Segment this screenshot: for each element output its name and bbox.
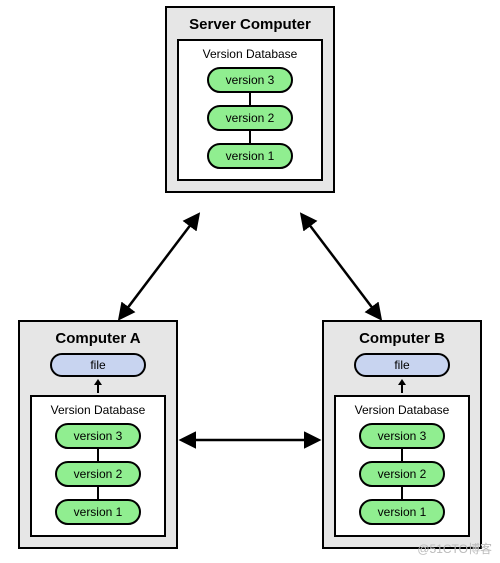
arrow-server-b xyxy=(302,215,380,318)
version-pill: version 1 xyxy=(55,499,141,525)
version-link xyxy=(401,487,403,499)
watermark: @51CTO博客 xyxy=(417,540,492,557)
server-node: Server Computer Version Database version… xyxy=(165,6,335,193)
computer-b-db: Version Database version 3 version 2 ver… xyxy=(334,395,470,537)
computer-a-title: Computer A xyxy=(30,330,166,347)
computer-a-db-label: Version Database xyxy=(51,403,146,417)
computer-a-db: Version Database version 3 version 2 ver… xyxy=(30,395,166,537)
server-db: Version Database version 3 version 2 ver… xyxy=(177,39,323,181)
server-db-label: Version Database xyxy=(203,47,298,61)
file-pill: file xyxy=(50,353,146,377)
version-pill: version 2 xyxy=(359,461,445,487)
version-link xyxy=(401,449,403,461)
arrow-up-icon xyxy=(397,379,407,393)
version-link xyxy=(249,93,251,105)
version-link xyxy=(97,449,99,461)
server-title: Server Computer xyxy=(177,16,323,33)
arrow-server-a xyxy=(120,215,198,318)
computer-b-db-label: Version Database xyxy=(355,403,450,417)
version-pill: version 1 xyxy=(207,143,293,169)
version-link xyxy=(249,131,251,143)
arrow-up-icon xyxy=(93,379,103,393)
version-link xyxy=(97,487,99,499)
computer-a-node: Computer A file Version Database version… xyxy=(18,320,178,549)
version-pill: version 2 xyxy=(55,461,141,487)
computer-b-node: Computer B file Version Database version… xyxy=(322,320,482,549)
file-pill: file xyxy=(354,353,450,377)
version-pill: version 3 xyxy=(207,67,293,93)
version-pill: version 1 xyxy=(359,499,445,525)
version-pill: version 3 xyxy=(55,423,141,449)
version-pill: version 3 xyxy=(359,423,445,449)
computer-b-title: Computer B xyxy=(334,330,470,347)
version-pill: version 2 xyxy=(207,105,293,131)
